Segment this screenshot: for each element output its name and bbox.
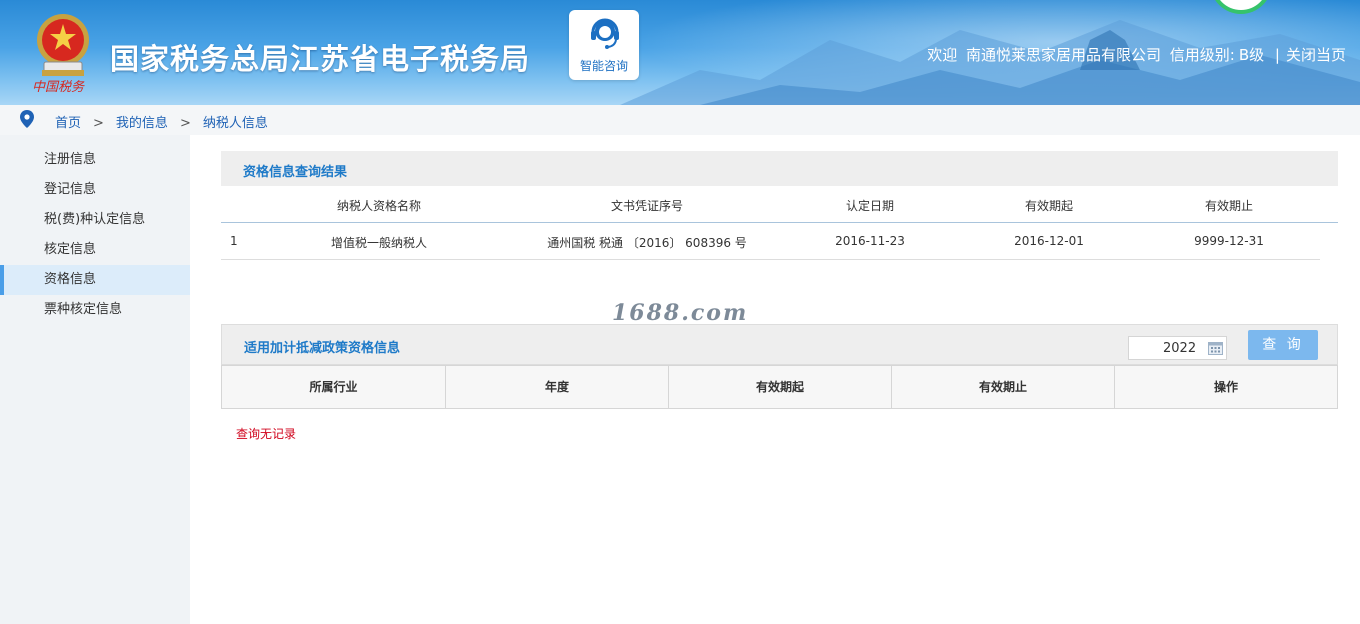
- site-header: 中国税务 国家税务总局江苏省电子税务局 智能咨询 欢迎 南通悦莱思家居用品有限公…: [0, 0, 1360, 105]
- column-header: 年度: [446, 366, 669, 408]
- breadcrumb: 首页 > 我的信息 > 纳税人信息: [0, 105, 1360, 135]
- column-header: 有效期止: [892, 366, 1115, 408]
- empty-result-text: 查询无记录: [236, 427, 297, 441]
- headset-agent-icon: [591, 18, 619, 49]
- breadcrumb-home[interactable]: 首页: [55, 116, 81, 131]
- year-input[interactable]: 2022: [1128, 336, 1227, 360]
- qualification-title: 资格信息查询结果: [243, 165, 348, 180]
- credit-label: 信用级别:: [1169, 46, 1235, 64]
- calendar-icon[interactable]: [1208, 341, 1223, 355]
- welcome-bar: 欢迎 南通悦莱思家居用品有限公司 信用级别: B级 | 关闭当页: [923, 44, 1346, 65]
- table-row: 1 增值税一般纳税人 通州国税 税通 〔2016〕 608396 号 2016-…: [221, 223, 1320, 260]
- site-title: 国家税务总局江苏省电子税务局: [110, 42, 531, 76]
- qualification-table-header: 纳税人资格名称 文书凭证序号 认定日期 有效期起 有效期止: [221, 186, 1338, 223]
- qualification-name-cell: 增值税一般纳税人: [330, 236, 427, 250]
- sidebar: 注册信息 登记信息 税(费)种认定信息 核定信息 资格信息 票种核定信息: [0, 135, 190, 624]
- credit-level: B级: [1238, 46, 1265, 64]
- column-header: 纳税人资格名称: [336, 199, 421, 213]
- smart-consult-button[interactable]: 智能咨询: [569, 10, 639, 80]
- row-index: 1: [230, 234, 238, 248]
- breadcrumb-taxpayer-info[interactable]: 纳税人信息: [203, 116, 268, 131]
- valid-to-cell: 9999-12-31: [1194, 234, 1264, 248]
- sidebar-item-invoice-type[interactable]: 票种核定信息: [0, 295, 190, 325]
- tax-emblem-logo: 中国税务: [28, 10, 98, 100]
- sidebar-item-tax-type[interactable]: 税(费)种认定信息: [0, 205, 190, 235]
- qualification-panel-header: 资格信息查询结果: [221, 151, 1338, 186]
- location-pin-icon: [20, 110, 34, 128]
- welcome-separator: |: [1274, 46, 1280, 64]
- welcome-prefix: 欢迎: [927, 46, 958, 64]
- column-header: 认定日期: [845, 199, 894, 213]
- column-header: 文书凭证序号: [610, 199, 683, 213]
- smart-consult-label: 智能咨询: [579, 59, 628, 73]
- column-header: 所属行业: [222, 366, 446, 408]
- breadcrumb-arrow: >: [179, 116, 191, 131]
- document-number-cell: 通州国税 税通 〔2016〕 608396 号: [547, 236, 747, 250]
- recognition-date-cell: 2016-11-23: [835, 234, 905, 248]
- breadcrumb-arrow: >: [93, 116, 104, 131]
- valid-from-cell: 2016-12-01: [1014, 234, 1084, 248]
- company-name: 南通悦莱思家居用品有限公司: [965, 46, 1161, 64]
- column-header: 有效期起: [1024, 199, 1073, 213]
- query-button[interactable]: 查 询: [1248, 330, 1318, 360]
- column-header: 有效期起: [669, 366, 892, 408]
- emblem-caption: 中国税务: [32, 80, 85, 95]
- policy-title: 适用加计抵减政策资格信息: [244, 341, 401, 356]
- close-page-link[interactable]: 关闭当页: [1286, 46, 1346, 64]
- sidebar-item-assessment[interactable]: 核定信息: [0, 235, 190, 265]
- column-header: 有效期止: [1204, 199, 1253, 213]
- sidebar-item-qualification[interactable]: 资格信息: [0, 265, 190, 295]
- watermark-text: 1688.com: [612, 300, 749, 326]
- policy-table-header: 所属行业 年度 有效期起 有效期止 操作: [221, 365, 1338, 409]
- sidebar-item-registration[interactable]: 注册信息: [0, 145, 190, 175]
- year-value: 2022: [1163, 341, 1197, 356]
- sidebar-item-record[interactable]: 登记信息: [0, 175, 190, 205]
- breadcrumb-my-info[interactable]: 我的信息: [116, 116, 168, 131]
- column-header: 操作: [1213, 380, 1238, 394]
